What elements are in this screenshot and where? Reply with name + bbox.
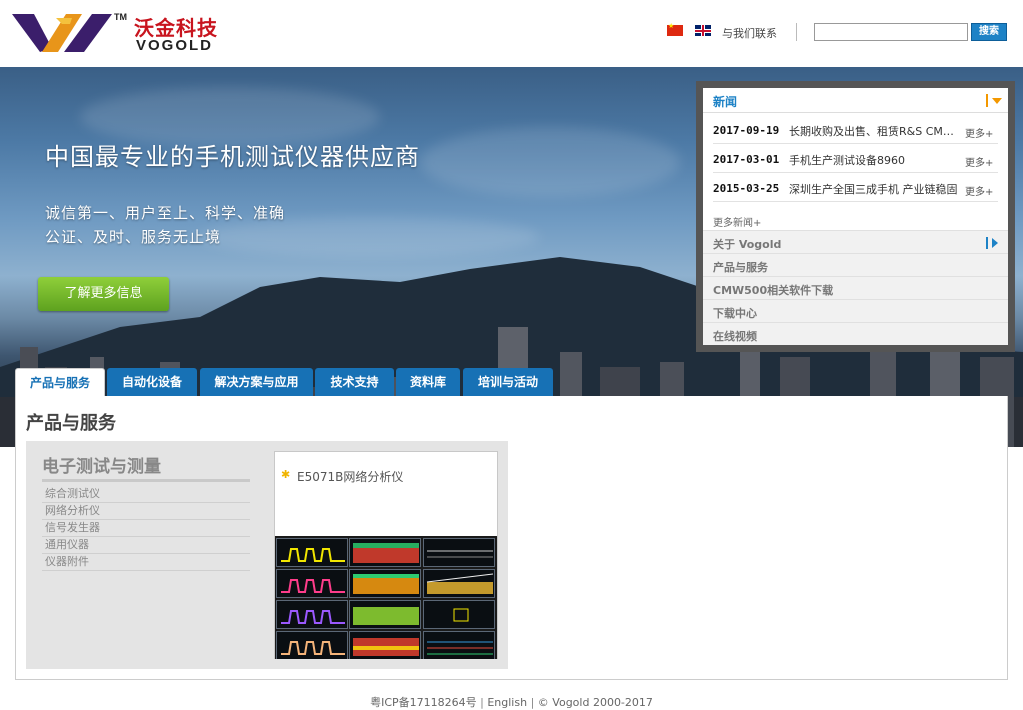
network-analyzer-screen-image [275,536,497,659]
tab-library[interactable]: 资料库 [396,368,460,396]
side-link-label: CMW500相关软件下载 [713,284,834,297]
news-side-panel: 新闻 2017-09-19 长期收购及出售、租赁R&S CMW500 更多+ 2… [696,81,1015,352]
site-header: TM 沃金科技 VOGOLD 与我们联系 搜索 [0,0,1023,67]
news-date: 2017-09-19 [713,124,780,137]
page-title: 产品与服务 [26,413,116,434]
news-more-link[interactable]: 更多+ [965,183,993,198]
news-headline[interactable]: 手机生产测试设备8960 [789,152,959,168]
vogold-logo[interactable]: TM 沃金科技 VOGOLD [12,10,222,56]
news-panel-inner: 新闻 2017-09-19 长期收购及出售、租赁R&S CMW500 更多+ 2… [703,88,1008,345]
search-input[interactable] [814,23,968,41]
hero-title: 中国最专业的手机测试仪器供应商 [45,143,420,171]
tab-solutions[interactable]: 解决方案与应用 [200,368,313,396]
footer-separator: | [530,696,535,709]
news-more-link[interactable]: 更多+ [965,154,993,169]
search-button[interactable]: 搜索 [971,23,1007,41]
news-item[interactable]: 2017-09-19 长期收购及出售、租赁R&S CMW500 更多+ [713,115,998,144]
copyright-text: © Vogold 2000-2017 [537,696,653,709]
category-title: 电子测试与测量 [42,457,161,477]
logo-mark-icon [12,14,112,52]
china-flag-icon[interactable] [667,22,683,36]
side-link-label: 产品与服务 [713,261,768,274]
product-category-box: 电子测试与测量 综合测试仪 网络分析仪 信号发生器 通用仪器 仪器附件 ✱ E5… [26,441,508,669]
more-news-link[interactable]: 更多新闻+ [713,214,761,229]
news-header: 新闻 [703,88,1008,113]
contact-us-link[interactable]: 与我们联系 [722,25,777,41]
icp-license-link[interactable]: 粤ICP备17118264号 [370,696,477,709]
news-collapse-icon[interactable] [986,94,1002,107]
category-item[interactable]: 通用仪器 [42,537,250,554]
news-title: 新闻 [713,95,738,109]
category-item[interactable]: 信号发生器 [42,520,250,537]
tab-support[interactable]: 技术支持 [315,368,394,396]
hero-slogan-1: 诚信第一、用户至上、科学、准确 [45,204,286,222]
side-link-cmw500-download[interactable]: CMW500相关软件下载 [703,276,1008,299]
side-link-label: 关于 Vogold [713,238,782,251]
category-item[interactable]: 综合测试仪 [42,486,250,503]
expand-arrow-icon[interactable] [986,237,1000,249]
featured-product-link[interactable]: E5071B网络分析仪 [297,468,403,485]
news-more-link[interactable]: 更多+ [965,125,993,140]
hero-slogan-2: 公证、及时、服务无止境 [45,228,222,246]
side-link-download-center[interactable]: 下载中心 [703,299,1008,322]
news-date: 2015-03-25 [713,182,780,195]
news-headline[interactable]: 长期收购及出售、租赁R&S CMW500 [789,123,959,139]
side-link-about[interactable]: 关于 Vogold [703,230,1008,253]
english-link[interactable]: English [487,696,527,709]
category-item[interactable]: 仪器附件 [42,554,250,571]
category-item[interactable]: 网络分析仪 [42,503,250,520]
tab-training[interactable]: 培训与活动 [463,368,553,396]
star-icon: ✱ [281,468,291,481]
news-item[interactable]: 2017-03-01 手机生产测试设备8960 更多+ [713,144,998,173]
brand-name-en: VOGOLD [136,37,214,54]
learn-more-button[interactable]: 了解更多信息 [38,277,169,311]
side-link-label: 下载中心 [713,307,757,320]
site-footer: 粤ICP备17118264号 | English | © Vogold 2000… [0,694,1023,710]
news-item[interactable]: 2015-03-25 深圳生产全国三成手机 产业链稳固 更多+ [713,173,998,202]
side-link-video[interactable]: 在线视频 [703,322,1008,345]
tab-products[interactable]: 产品与服务 [15,368,105,396]
tab-automation[interactable]: 自动化设备 [107,368,197,396]
news-date: 2017-03-01 [713,153,780,166]
category-divider [42,479,250,482]
main-content: 产品与服务 电子测试与测量 综合测试仪 网络分析仪 信号发生器 通用仪器 仪器附… [15,396,1008,680]
side-link-products[interactable]: 产品与服务 [703,253,1008,276]
side-link-label: 在线视频 [713,330,757,343]
trademark-label: TM [114,12,127,22]
header-divider [796,23,797,41]
news-headline[interactable]: 深圳生产全国三成手机 产业链稳固 [789,181,959,197]
featured-product-card[interactable]: ✱ E5071B网络分析仪 [274,451,498,659]
footer-separator: | [480,696,484,709]
uk-flag-icon[interactable] [695,25,711,36]
